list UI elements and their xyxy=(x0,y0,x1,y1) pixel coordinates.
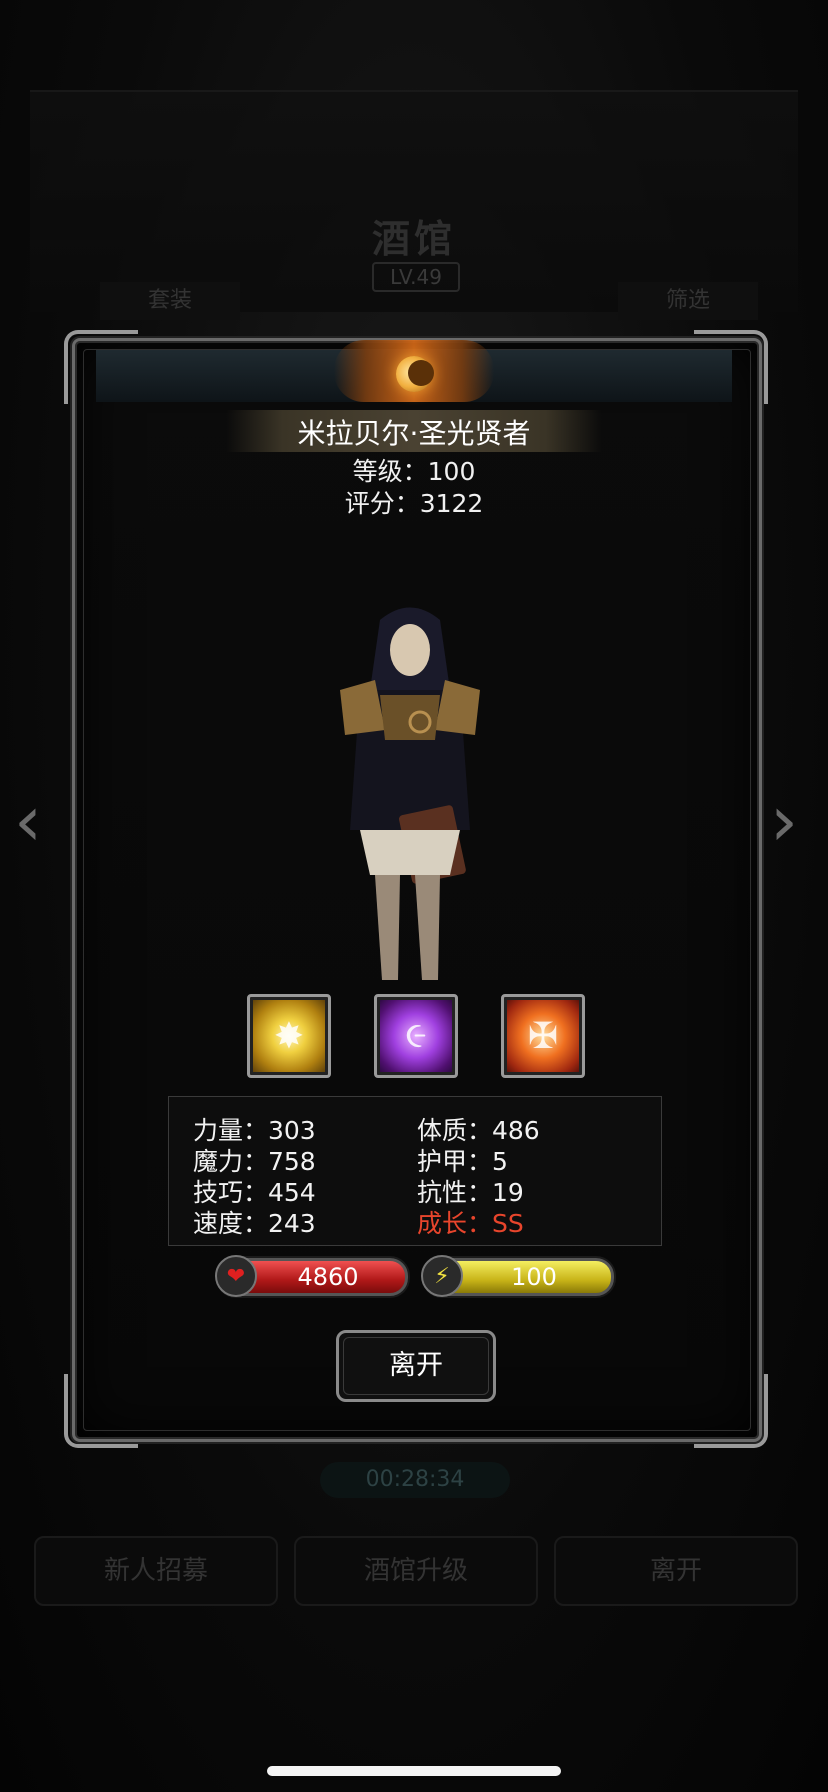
energy-bar: ⚡ 100 xyxy=(421,1255,614,1297)
energy-value: 100 xyxy=(511,1263,557,1291)
skill-slot-3[interactable]: ✠ xyxy=(501,994,585,1078)
background-level-badge: LV.49 xyxy=(372,262,460,292)
hero-portrait xyxy=(340,607,480,980)
background-button-leave: 离开 xyxy=(554,1536,798,1606)
stats-box: 力量：303 魔力：758 技巧：454 速度：243 体质：486 护甲：5 … xyxy=(168,1096,662,1246)
hp-bar: ❤ 4860 xyxy=(215,1255,408,1297)
crescent-moon-icon xyxy=(396,356,434,392)
background-timer: 00:28:34 xyxy=(320,1462,510,1498)
skill-slot-2[interactable]: ૯ xyxy=(374,994,458,1078)
previous-hero-arrow-icon[interactable]: ‹ xyxy=(14,780,42,862)
stat-growth: 成长：SS xyxy=(417,1209,524,1238)
background-title: 酒馆 xyxy=(371,217,456,261)
arcane-rune-icon: ૯ xyxy=(405,1015,427,1056)
leave-button[interactable]: 离开 xyxy=(336,1330,496,1402)
background-button-recruit: 新人招募 xyxy=(34,1536,278,1606)
background-tab-filter: 筛选 xyxy=(618,282,758,320)
hero-name: 米拉贝尔·圣光贤者 xyxy=(297,417,531,450)
stat-speed: 速度：243 xyxy=(193,1209,316,1238)
hero-level: 等级：100 xyxy=(352,457,476,486)
background-tab-set: 套装 xyxy=(100,282,240,320)
frame-corner-ornament xyxy=(694,1374,768,1448)
sacred-cross-icon: ✠ xyxy=(527,1015,559,1057)
home-indicator[interactable] xyxy=(267,1766,561,1776)
hero-score: 评分：3122 xyxy=(344,489,484,518)
hp-value: 4860 xyxy=(297,1263,359,1291)
skill-slot-1[interactable]: ✸ xyxy=(247,994,331,1078)
next-hero-arrow-icon[interactable]: › xyxy=(770,780,798,862)
holy-burst-icon: ✸ xyxy=(273,1015,305,1057)
background-button-upgrade: 酒馆升级 xyxy=(294,1536,538,1606)
frame-corner-ornament xyxy=(64,1374,138,1448)
